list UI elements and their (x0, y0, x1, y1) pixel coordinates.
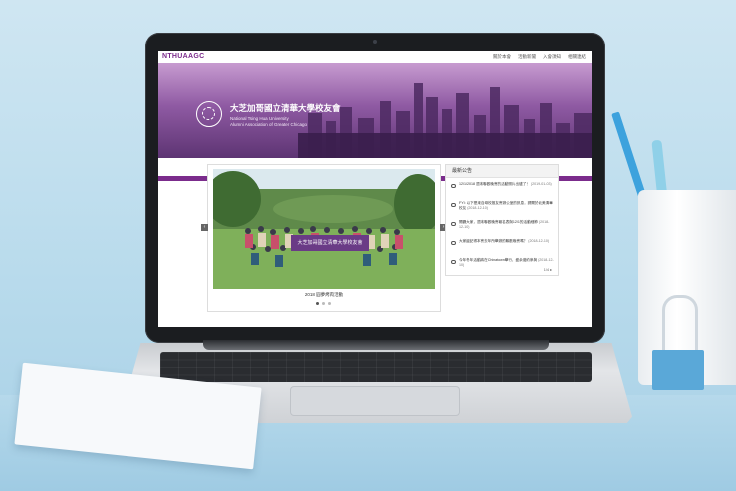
laptop-trackpad (290, 386, 460, 416)
comment-icon (451, 222, 456, 226)
hero-banner: 大芝加哥國立清華大學校友會 National Tsing Hua Univers… (158, 63, 592, 158)
group-photo[interactable]: 大芝加哥國立清華大學校友會 (213, 169, 435, 289)
comment-icon (451, 203, 456, 207)
news-item-text[interactable]: 12/1/2018 週末聯歡晚會的活動照片出爐了！ (459, 182, 530, 186)
laptop-hinge (203, 340, 549, 350)
group-photo-image: 大芝加哥國立清華大學校友會 (213, 169, 435, 289)
nav-item-news[interactable]: 活動新聞 (518, 54, 536, 60)
news-item-date: (2018-12-10) (528, 239, 550, 243)
photo-slider[interactable]: 大芝加哥國立清華大學校友會 ‹ › 2018 圓夢烤肉活動 (201, 165, 447, 311)
nav-item-membership[interactable]: 入會須知 (543, 54, 561, 60)
laptop-screen: NTHUAAGC 關於本會 活動新聞 入會須知 相關連結 大芝加哥國立清華大學校… (158, 51, 592, 327)
slider-caption: 2018 圓夢烤肉活動 (304, 292, 344, 297)
seal-inner (202, 107, 215, 120)
comment-icon (451, 184, 456, 188)
news-item[interactable]: 開闢大家，週末聯歡晚會報名表與12/1的活動細節 (2018-12-10) (450, 220, 554, 235)
hero-subtitle-line2: Alumni Association of Greater Chicago (230, 122, 308, 127)
binder-clip (652, 295, 704, 393)
slider-dot-2[interactable] (322, 302, 325, 305)
slider-prev-button[interactable]: ‹ (201, 224, 208, 231)
news-item[interactable]: 12/1/2018 週末聯歡晚會的活動照片出爐了！ (2019-01-03) (450, 182, 554, 197)
photo-banner-text: 大芝加哥國立清華大學校友會 (297, 239, 362, 246)
slider-dot-1[interactable] (316, 302, 319, 305)
news-pager[interactable]: 1/4 ▸ (544, 267, 552, 272)
laptop-keyboard (160, 352, 592, 382)
news-panel: 最新公告 12/1/2018 週末聯歡晚會的活動照片出爐了！ (2019-01-… (446, 165, 558, 275)
news-heading: 最新公告 (446, 165, 558, 178)
comment-icon (451, 241, 456, 245)
binder-clip-body (652, 350, 704, 390)
comment-icon (451, 260, 456, 264)
nav-item-about[interactable]: 關於本會 (493, 54, 511, 60)
news-item-date: (2018-12-10) (467, 206, 488, 210)
nav-item-links[interactable]: 相關連結 (568, 54, 586, 60)
hero-subtitle-line1: National Tsing Hua University (230, 116, 289, 121)
site-nav: 關於本會 活動新聞 入會須知 相關連結 (493, 54, 586, 60)
webcam (373, 40, 377, 44)
laptop-lid: NTHUAAGC 關於本會 活動新聞 入會須知 相關連結 大芝加哥國立清華大學校… (145, 33, 605, 343)
news-item-date: (2019-01-03) (530, 182, 552, 186)
news-item[interactable]: 今年冬年活動將在Chinatown舉行，盛余邀約參與 (2018-12-10) (450, 258, 554, 273)
news-item-text[interactable]: 今年冬年活動將在Chinatown舉行，盛余邀約參與 (459, 258, 537, 262)
slider-dots (316, 302, 331, 305)
slider-dot-3[interactable] (328, 302, 331, 305)
university-seal-icon (196, 101, 222, 127)
binder-clip-wire (662, 295, 698, 353)
news-item-text[interactable]: 大家還記得本會去年所舉辦的聯歡晚會嗎？ (459, 239, 527, 243)
city-skyline (298, 83, 592, 158)
hero-title: 大芝加哥國立清華大學校友會 (230, 103, 341, 113)
news-item[interactable]: 大家還記得本會去年所舉辦的聯歡晚會嗎？ (2018-12-10) (450, 239, 554, 254)
site-brand[interactable]: NTHUAAGC (162, 53, 204, 60)
news-item[interactable]: FYI: 以下是來自母校推友會辦公室的訊息，請關於北美清華校友 (2018-12… (450, 201, 554, 216)
news-item-text[interactable]: 開闢大家，週末聯歡晚會報名表與12/1的活動細節 (459, 220, 538, 224)
